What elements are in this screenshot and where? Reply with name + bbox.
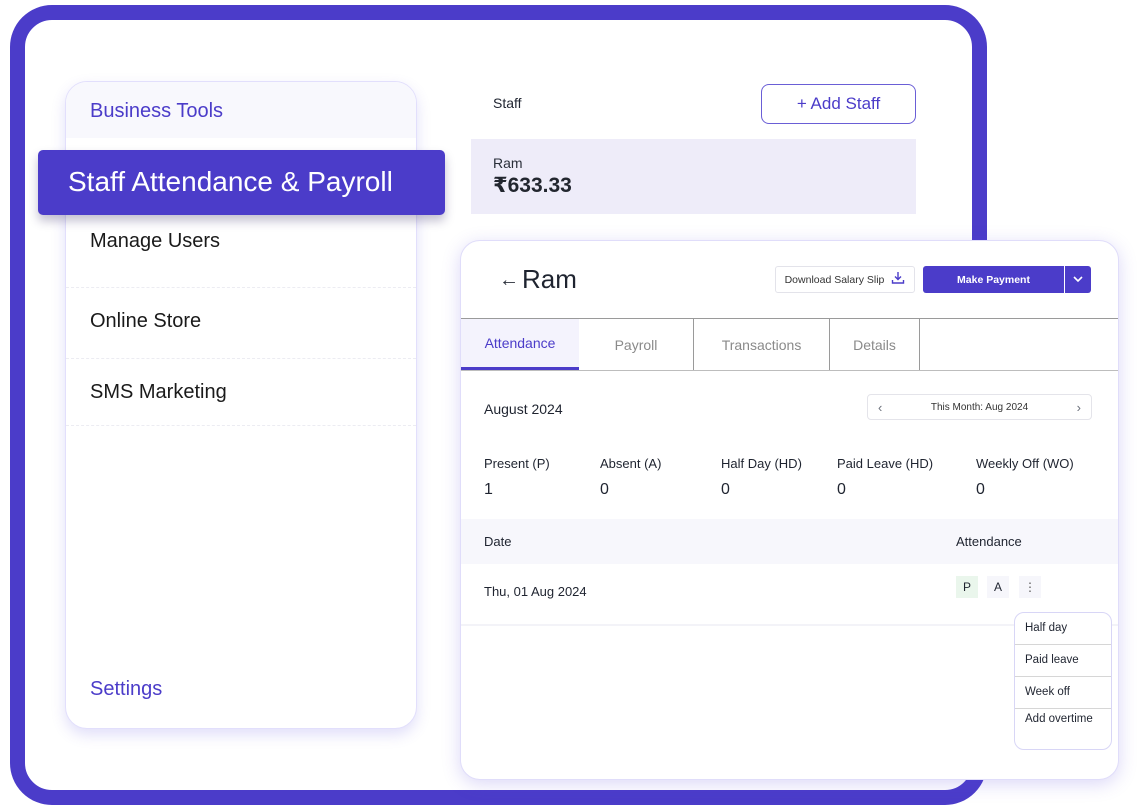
stat-paid-leave: Paid Leave (HD) 0 — [837, 456, 933, 499]
stat-value: 0 — [837, 481, 846, 498]
sidebar-item-staff-attendance-payroll[interactable]: Staff Attendance & Payroll — [38, 150, 445, 215]
sidebar-item-online-store[interactable]: Online Store — [66, 288, 416, 359]
stat-half-day: Half Day (HD) 0 — [721, 456, 802, 499]
column-header-date: Date — [484, 534, 512, 549]
add-staff-button[interactable]: + Add Staff — [761, 84, 916, 124]
make-payment-button[interactable]: Make Payment — [923, 266, 1064, 293]
staff-name: Ram — [493, 155, 523, 171]
stat-label: Paid Leave (HD) — [837, 456, 934, 471]
column-header-attendance: Attendance — [956, 534, 1022, 549]
attendance-table-header: Date Attendance — [461, 519, 1118, 564]
menu-item-paid-leave[interactable]: Paid leave — [1015, 645, 1111, 677]
stat-value: 0 — [721, 481, 730, 498]
stat-label: Weekly Off (WO) — [976, 456, 1074, 471]
stat-label: Absent (A) — [600, 456, 662, 471]
mark-present-button[interactable]: P — [956, 576, 978, 598]
stat-label: Present (P) — [484, 456, 550, 471]
sidebar-item-settings[interactable]: Settings — [90, 678, 162, 701]
chevron-left-icon[interactable]: ‹ — [878, 400, 882, 415]
download-salary-slip-label: Download Salary Slip — [784, 273, 885, 286]
page-title: Ram — [522, 264, 577, 294]
sidebar-item-manage-users[interactable]: Manage Users — [66, 230, 416, 288]
arrow-left-icon[interactable]: ← — [499, 269, 519, 292]
mark-absent-button[interactable]: A — [987, 576, 1009, 598]
tab-transactions[interactable]: Transactions — [694, 319, 830, 370]
tab-attendance[interactable]: Attendance — [461, 319, 579, 370]
staff-amount: ₹633.33 — [493, 174, 572, 197]
sidebar-item-sms-marketing[interactable]: SMS Marketing — [66, 359, 416, 426]
stat-absent: Absent (A) 0 — [600, 456, 661, 499]
row-date: Thu, 01 Aug 2024 — [484, 584, 587, 599]
chevron-right-icon[interactable]: › — [1077, 400, 1081, 415]
tab-bar: Attendance Payroll Transactions Details — [461, 318, 1118, 371]
stat-value: 1 — [484, 481, 493, 498]
stat-value: 0 — [976, 481, 985, 498]
stat-label: Half Day (HD) — [721, 456, 802, 471]
tab-details[interactable]: Details — [830, 319, 920, 370]
more-options-menu: Half day Paid leave Week off Add overtim… — [1014, 612, 1112, 750]
stat-value: 0 — [600, 481, 609, 498]
sidebar-header: Business Tools — [66, 82, 416, 138]
download-icon — [891, 271, 905, 288]
tab-payroll[interactable]: Payroll — [579, 319, 694, 370]
menu-item-week-off[interactable]: Week off — [1015, 677, 1111, 709]
stat-weekly-off: Weekly Off (WO) 0 — [976, 456, 1074, 499]
month-picker-label: This Month: Aug 2024 — [930, 401, 1029, 413]
menu-item-add-overtime[interactable]: Add overtime — [1015, 709, 1111, 749]
month-picker: ‹ This Month: Aug 2024 › — [867, 394, 1092, 420]
more-options-icon[interactable]: ⋮ — [1019, 576, 1041, 598]
staff-list-title: Staff — [493, 95, 522, 111]
stat-present: Present (P) 1 — [484, 456, 550, 499]
staff-detail-panel: ← Ram Download Salary Slip Make Payment … — [460, 240, 1119, 780]
staff-list-item[interactable]: Ram ₹633.33 — [471, 139, 916, 214]
menu-item-half-day[interactable]: Half day — [1015, 613, 1111, 645]
download-salary-slip-button[interactable]: Download Salary Slip — [775, 266, 915, 293]
month-label: August 2024 — [484, 401, 563, 417]
chevron-down-icon[interactable] — [1065, 266, 1091, 293]
